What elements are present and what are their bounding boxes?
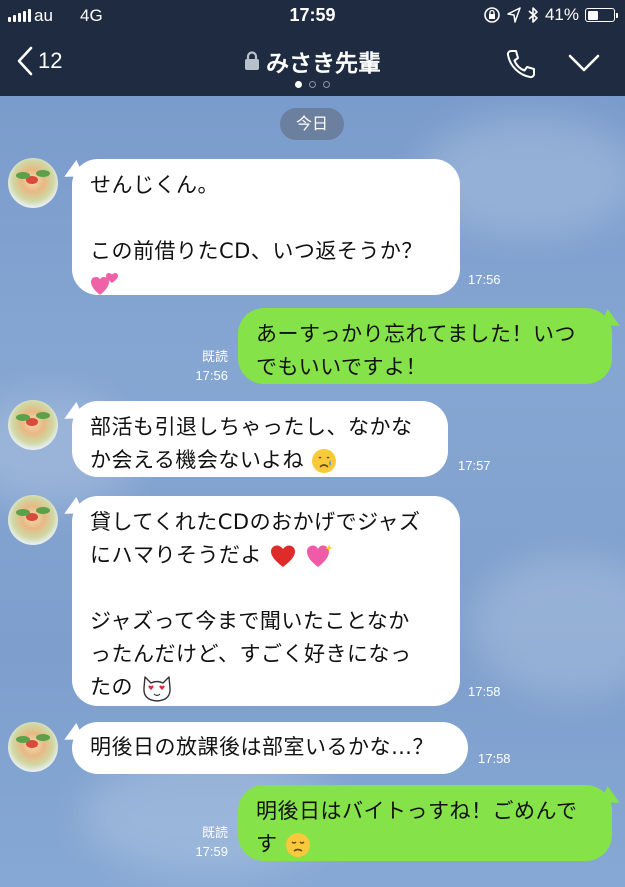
message-bubble-incoming[interactable]: せんじくん。 この前借りたCD、いつ返そうか？: [72, 159, 460, 295]
message-text: す: [256, 828, 594, 861]
sparkling-heart-emoji: [307, 544, 334, 567]
message-text: 部活も引退しちゃったし、なかな: [90, 415, 413, 439]
message-time: 17:56: [468, 272, 501, 287]
page-dot-active: [295, 81, 302, 88]
message-time: 17:58: [478, 751, 511, 766]
message-text: たの: [90, 671, 442, 704]
message-time: 17:59: [195, 844, 228, 859]
message-time: 17:58: [468, 684, 501, 699]
message-meta: 既読 17:59: [184, 823, 228, 861]
chat-header: 12 みさき先輩: [0, 32, 625, 96]
avatar[interactable]: [8, 722, 58, 772]
avatar[interactable]: [8, 400, 58, 450]
bluetooth-icon: [528, 7, 538, 23]
chat-title-text: みさき先輩: [266, 51, 381, 77]
message-bubble-outgoing[interactable]: 明後日はバイトっすね！ごめんで す: [238, 785, 612, 861]
call-button[interactable]: [505, 48, 537, 84]
message-text: ったんだけど、すごく好きになっ: [90, 642, 412, 666]
crying-face-emoji: [312, 449, 337, 473]
orientation-lock-icon: [484, 7, 500, 23]
red-heart-emoji: [271, 545, 296, 567]
location-arrow-icon: [507, 7, 521, 23]
message-bubble-incoming[interactable]: 明後日の放課後は部室いるかな…？: [72, 722, 468, 774]
message-time: 17:56: [195, 368, 228, 383]
message-text: か会える機会ないよね: [90, 444, 430, 477]
message-text: でもいいですよ！: [256, 355, 427, 379]
message-text: にハマりそうだよ: [90, 539, 442, 572]
page-dot: [309, 81, 316, 88]
message-bubble-outgoing[interactable]: あーすっかり忘れてました！いつ でもいいですよ！: [238, 308, 612, 384]
message-text: 貸してくれたCDのおかげでジャズ: [90, 510, 421, 534]
message-bubble-incoming[interactable]: 部活も引退しちゃったし、なかな か会える機会ないよね: [72, 401, 448, 477]
message-text: [90, 268, 442, 301]
menu-toggle-button[interactable]: [567, 52, 601, 78]
message-text: この前借りたCD、いつ返そうか？: [90, 239, 423, 263]
battery-icon: [585, 8, 618, 22]
status-bar: au 4G 17:59 41%: [0, 0, 625, 32]
read-receipt: 既読: [201, 825, 228, 840]
heart-eyes-cat-emoji: [143, 676, 171, 702]
message-text: ジャズって今まで聞いたことなか: [90, 609, 410, 633]
avatar[interactable]: [8, 495, 58, 545]
avatar[interactable]: [8, 158, 58, 208]
message-bubble-incoming[interactable]: 貸してくれたCDのおかげでジャズ にハマりそうだよ ジャズって今まで聞いたことな…: [72, 496, 460, 706]
lock-icon: [245, 51, 259, 70]
battery-percent: 41%: [544, 5, 579, 24]
message-time: 17:57: [458, 458, 491, 473]
disappointed-face-emoji: [285, 833, 310, 857]
sky-cloud: [470, 556, 625, 696]
date-separator: 今日: [280, 108, 344, 140]
message-text: せんじくん。: [90, 173, 219, 197]
two-hearts-emoji: [91, 273, 118, 295]
message-meta: 既読 17:56: [184, 347, 228, 385]
message-text: 明後日の放課後は部室いるかな…？: [90, 735, 434, 759]
read-receipt: 既読: [201, 349, 228, 364]
page-dot: [323, 81, 330, 88]
message-text: あーすっかり忘れてました！いつ: [256, 322, 576, 346]
chat-title[interactable]: みさき先輩: [244, 44, 381, 78]
message-text: 明後日はバイトっすね！ごめんで: [256, 799, 578, 823]
chat-area[interactable]: 今日 せんじくん。 この前借りたCD、いつ返そうか？ 17:56 既読 17:5…: [0, 96, 625, 887]
phone-icon: [506, 50, 535, 79]
status-right: 41%: [483, 5, 618, 25]
chevron-down-icon: [568, 54, 600, 72]
